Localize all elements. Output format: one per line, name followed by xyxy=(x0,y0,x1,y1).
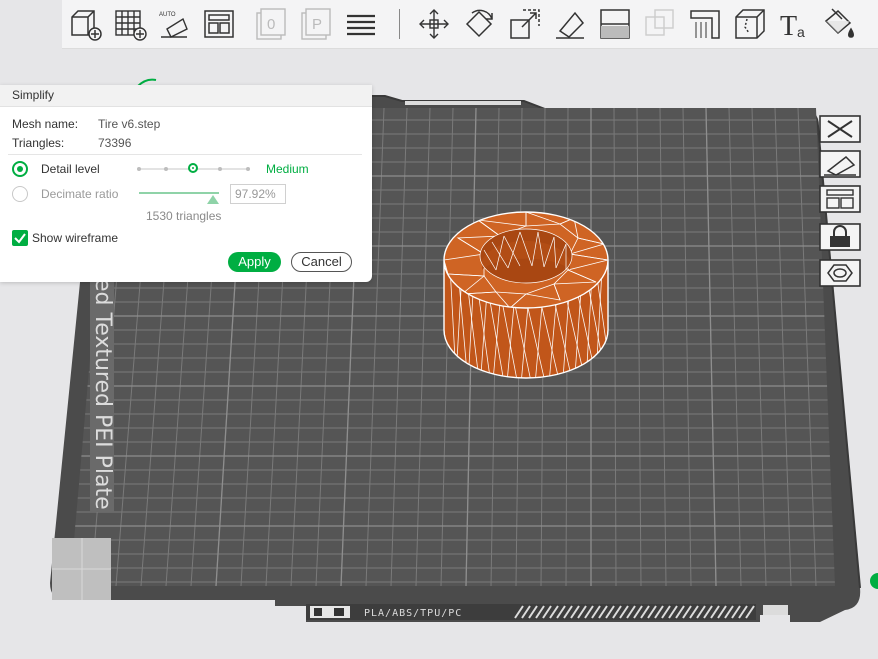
decimate-ratio-knob[interactable] xyxy=(207,195,219,204)
color-paint-icon[interactable] xyxy=(822,7,856,41)
simplify-dialog: Simplify Mesh name: Tire v6.step Triangl… xyxy=(0,85,372,282)
cut-icon[interactable] xyxy=(598,7,632,41)
decimate-ratio-label: Decimate ratio xyxy=(41,187,119,201)
triangles-value: 73396 xyxy=(98,136,132,150)
arrange-icon[interactable] xyxy=(818,184,876,216)
scale-icon[interactable] xyxy=(508,7,542,41)
auto-orient-icon[interactable]: AUTO xyxy=(157,7,191,41)
svg-text:T: T xyxy=(780,11,797,41)
svg-text:0: 0 xyxy=(267,16,275,33)
support-paint-icon[interactable] xyxy=(688,7,722,41)
lay-on-face-icon[interactable] xyxy=(553,7,587,41)
resulting-triangles: 1530 triangles xyxy=(146,209,222,223)
detail-level-radio[interactable] xyxy=(12,161,28,177)
filaments-label: PLA/ABS/TPU/PC xyxy=(364,608,462,619)
boolean-icon[interactable] xyxy=(643,7,677,41)
add-plate-icon[interactable] xyxy=(113,7,147,41)
move-icon[interactable] xyxy=(417,7,451,41)
text-icon[interactable]: Ta xyxy=(778,7,812,41)
top-toolbar: AUTO 0 P Ta xyxy=(62,0,878,49)
svg-text:P: P xyxy=(312,16,322,33)
checkmark-icon xyxy=(14,233,26,244)
svg-text:AUTO: AUTO xyxy=(159,12,176,18)
auto-orient-icon[interactable] xyxy=(818,149,876,181)
hex-nut-icon[interactable] xyxy=(818,258,876,290)
decimate-ratio-input[interactable] xyxy=(230,184,286,204)
print-plate-icon[interactable]: P xyxy=(299,7,333,41)
svg-text:a: a xyxy=(797,24,805,40)
show-wireframe-label: Show wireframe xyxy=(32,231,119,245)
cancel-button[interactable]: Cancel xyxy=(291,252,352,272)
seam-paint-icon[interactable] xyxy=(733,7,767,41)
plate-label: ed Textured PEI Plate xyxy=(90,278,115,510)
mesh-name-label: Mesh name: xyxy=(12,117,79,131)
mesh-name-value: Tire v6.step xyxy=(98,117,161,131)
lock-icon[interactable] xyxy=(818,222,876,254)
add-cube-icon[interactable] xyxy=(68,7,102,41)
detail-level-label: Detail level xyxy=(41,162,100,176)
dialog-title: Simplify xyxy=(0,85,372,107)
close-icon[interactable] xyxy=(818,114,876,146)
layers-icon[interactable] xyxy=(344,7,378,41)
show-wireframe-checkbox[interactable] xyxy=(12,230,28,246)
detail-level-knob[interactable] xyxy=(188,163,198,173)
slice-plate-icon[interactable]: 0 xyxy=(254,7,288,41)
apply-button[interactable]: Apply xyxy=(228,252,281,272)
triangles-label: Triangles: xyxy=(12,136,65,150)
decimate-ratio-radio[interactable] xyxy=(12,186,28,202)
arrange-icon[interactable] xyxy=(202,7,236,41)
rotate-icon[interactable] xyxy=(462,7,496,41)
detail-level-value: Medium xyxy=(266,162,309,176)
